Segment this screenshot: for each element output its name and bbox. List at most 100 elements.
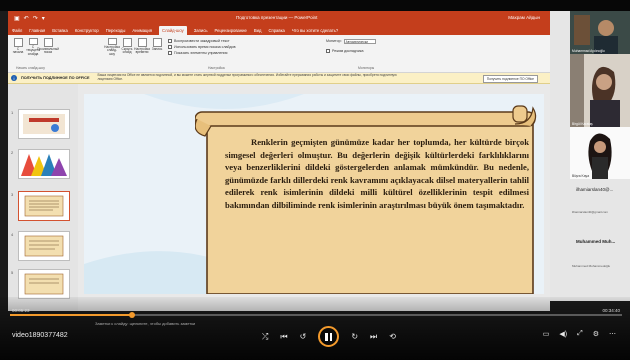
show-controls-check[interactable]: Показать элементы управления	[168, 50, 236, 56]
participant-video-1[interactable]: Muhammad Aydınoğlu	[570, 11, 630, 54]
video-title: video1890377482	[12, 332, 68, 339]
tab-animations[interactable]: Анимация	[132, 28, 152, 33]
slide-thumbnail[interactable]: 4	[11, 231, 70, 261]
slide-thumbnail[interactable]: 1	[11, 109, 70, 139]
tab-record[interactable]: Запись	[194, 28, 208, 33]
participants-panel: Muhammad Aydınoğlu Birgül Karataş Büşra …	[550, 11, 630, 301]
cast-icon[interactable]: ▭	[543, 330, 550, 338]
custom-show-button[interactable]: Произвольный показ	[37, 38, 59, 56]
group-label-start: Начать слайд-шоу	[16, 66, 45, 70]
info-message: Ваша лицензия на Office не является подл…	[97, 73, 397, 81]
get-genuine-button[interactable]: Получить подлинное ПО Office	[482, 75, 538, 83]
tab-insert[interactable]: Вставка	[52, 28, 68, 33]
monitor-label: Монитор:	[326, 39, 342, 43]
save-icon[interactable]: ▣	[14, 15, 20, 22]
more-icon[interactable]: ⋯	[609, 330, 616, 338]
participant-1-image	[570, 11, 630, 54]
tab-file[interactable]: Файл	[12, 28, 22, 33]
rehearse-timings-button[interactable]: Настройка времени	[134, 38, 150, 56]
slide-5-preview	[24, 273, 64, 295]
hide-slide-button[interactable]: Скрыть слайд	[121, 38, 133, 56]
hide-slide-icon	[122, 38, 132, 47]
rewind-icon[interactable]: ↺	[300, 332, 307, 341]
document-title: Подготовка презентации — PowerPoint	[236, 15, 318, 20]
tell-me-search[interactable]: Что вы хотите сделать?	[292, 28, 338, 33]
repeat-icon[interactable]: ⟲	[389, 332, 396, 341]
monitor-row: Монитор: Автоматически	[326, 38, 376, 44]
tab-transitions[interactable]: Переходы	[106, 28, 126, 33]
setup-show-button[interactable]: Настройка слайд-шоу	[104, 38, 120, 56]
previous-icon[interactable]: ⏮	[280, 332, 287, 341]
time-elapsed: 00:05:23	[12, 308, 30, 313]
volume-icon[interactable]: ◀)	[559, 330, 567, 338]
custom-show-icon	[43, 38, 53, 47]
tab-slideshow[interactable]: Слайд-шоу	[159, 25, 187, 35]
settings-icon[interactable]: ⚙	[593, 330, 599, 338]
participant-3-name: Büşra Kaya	[572, 174, 590, 178]
ribbon: С начала С текущего слайда Произвольный …	[8, 35, 550, 73]
checkbox-icon	[168, 51, 172, 55]
time-total: 00:34:40	[602, 308, 620, 313]
undo-icon[interactable]: ↶	[24, 15, 29, 22]
parchment-scroll: Renklerin geçmişten günümüze kadar her t…	[195, 102, 544, 294]
timer-icon	[137, 38, 147, 47]
fullscreen-icon[interactable]: ⤢	[577, 330, 583, 338]
participant-video-3[interactable]: Büşra Kaya	[570, 127, 630, 179]
participant-5-sub: Muhammed Muhammedoğlu	[572, 264, 611, 268]
tab-design[interactable]: Конструктор	[75, 28, 99, 33]
participant-video-2[interactable]: Birgül Karataş	[570, 54, 630, 127]
ribbon-group-start: С начала С текущего слайда Произвольный …	[12, 38, 59, 56]
slide-body-text[interactable]: Renklerin geçmişten günümüze kadar her t…	[225, 136, 529, 212]
ribbon-tabs: Файл Главная Вставка Конструктор Переход…	[8, 25, 550, 35]
info-icon: i	[11, 75, 17, 81]
participant-3-image	[570, 127, 630, 179]
slide-4-preview	[24, 235, 64, 257]
quick-access-toolbar: ▣ ↶ ↷ ▾	[14, 15, 45, 22]
slide-thumbnails: 1 2 3 4 5	[8, 84, 78, 311]
play-from-start-icon	[13, 38, 23, 47]
tab-help[interactable]: Справка	[268, 28, 284, 33]
forward-icon[interactable]: ↻	[351, 332, 358, 341]
participant-1-name: Muhammad Aydınoğlu	[572, 49, 605, 53]
presenter-view-check[interactable]: Режим докладчика	[326, 48, 376, 54]
participant-5-name: Muhammed Muh...	[576, 239, 616, 244]
ribbon-monitors: Монитор: Автоматически Режим докладчика	[326, 38, 376, 54]
ribbon-checks: Воспроизвести закадровый текст Использов…	[168, 38, 236, 56]
record-button[interactable]: Запись	[151, 38, 163, 56]
tab-review[interactable]: Рецензирование	[215, 28, 247, 33]
notes-caption: Заметки к слайду: щелкните, чтобы добави…	[95, 321, 196, 326]
setup-icon	[107, 38, 117, 45]
tab-home[interactable]: Главная	[29, 28, 45, 33]
next-icon[interactable]: ⏭	[370, 332, 377, 341]
from-beginning-button[interactable]: С начала	[12, 38, 24, 56]
screen: ▣ ↶ ↷ ▾ Подготовка презентации — PowerPo…	[0, 0, 630, 360]
main-slide[interactable]: Renklerin geçmişten günümüze kadar her t…	[84, 94, 544, 294]
powerpoint-window: ▣ ↶ ↷ ▾ Подготовка презентации — PowerPo…	[8, 11, 550, 311]
info-title: ПОЛУЧИТЬ ПОДЛИННОЕ ПО OFFICE	[21, 76, 90, 80]
top-strip	[0, 0, 630, 11]
redo-icon[interactable]: ↷	[33, 15, 38, 22]
pause-button[interactable]	[318, 326, 340, 347]
tab-view[interactable]: Вид	[254, 28, 262, 33]
ribbon-group-setup: Настройка слайд-шоу Скрыть слайд Настрой…	[104, 38, 163, 56]
slide-3-preview	[24, 195, 64, 217]
customize-icon[interactable]: ▾	[42, 15, 45, 22]
monitor-select[interactable]: Автоматически	[343, 38, 376, 44]
progress-bar[interactable]	[10, 312, 622, 318]
group-label-setup: Настройка	[208, 66, 225, 70]
slide-thumbnail[interactable]: 5	[11, 269, 70, 299]
checkbox-icon	[168, 45, 172, 49]
play-current-icon	[28, 38, 38, 45]
slide-thumbnail-selected[interactable]: 3	[11, 191, 70, 221]
participant-2-image	[570, 54, 630, 127]
pause-icon	[325, 332, 328, 341]
user-name[interactable]: Махрам Айдын	[508, 15, 540, 20]
record-icon	[152, 38, 162, 47]
playback-controls: ⤮ ⏮ ↺ ↻ ⏭ ⟲	[262, 326, 396, 347]
player-right-controls: ▭ ◀) ⤢ ⚙ ⋯	[543, 330, 616, 338]
shuffle-icon[interactable]: ⤮	[262, 332, 268, 341]
checkbox-icon	[326, 49, 330, 53]
slide-2-preview	[21, 154, 67, 176]
license-info-bar: i ПОЛУЧИТЬ ПОДЛИННОЕ ПО OFFICE Ваша лице…	[8, 73, 550, 84]
slide-thumbnail[interactable]: 2	[11, 149, 70, 179]
